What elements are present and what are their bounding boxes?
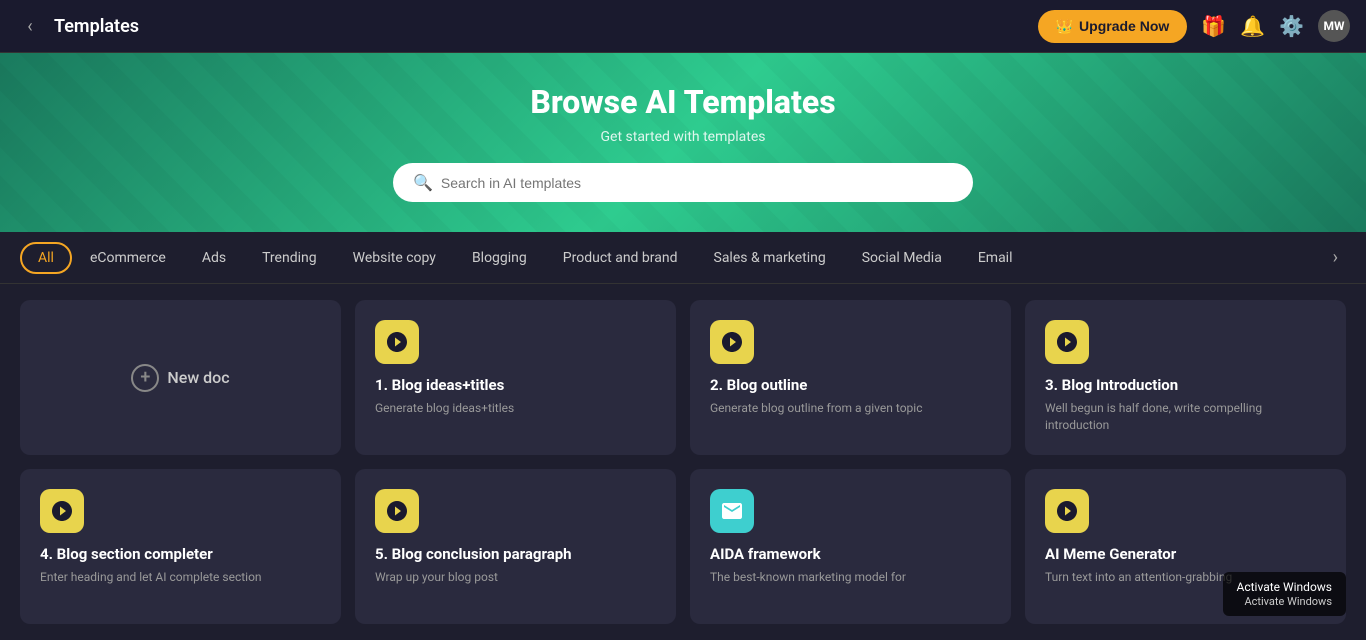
search-input[interactable] <box>441 175 953 191</box>
template-title: 1. Blog ideas+titles <box>375 376 656 394</box>
header: ‹ Templates 👑 Upgrade Now 🎁 🔔 ⚙️ MW <box>0 0 1366 53</box>
template-description: Well begun is half done, write compellin… <box>1045 400 1326 434</box>
template-title: 5. Blog conclusion paragraph <box>375 545 656 563</box>
settings-icon[interactable]: ⚙️ <box>1279 14 1304 38</box>
template-card[interactable]: 5. Blog conclusion paragraph Wrap up you… <box>355 469 676 624</box>
tab-trending[interactable]: Trending <box>244 236 335 280</box>
template-description: Enter heading and let AI complete sectio… <box>40 569 321 586</box>
template-icon <box>710 320 754 364</box>
page-title: Templates <box>54 16 139 37</box>
tab-all[interactable]: All <box>20 242 72 274</box>
template-title: 3. Blog Introduction <box>1045 376 1326 394</box>
template-icon <box>40 489 84 533</box>
tab-product-brand[interactable]: Product and brand <box>545 236 696 280</box>
new-doc-card[interactable]: + New doc <box>20 300 341 455</box>
template-icon <box>375 489 419 533</box>
upgrade-button[interactable]: 👑 Upgrade Now <box>1038 10 1188 43</box>
tab-email[interactable]: Email <box>960 236 1031 280</box>
template-card[interactable]: 3. Blog Introduction Well begun is half … <box>1025 300 1346 455</box>
search-bar: 🔍 <box>393 163 973 202</box>
category-tabs: All eCommerce Ads Trending Website copy … <box>0 232 1366 284</box>
tab-blogging[interactable]: Blogging <box>454 236 545 280</box>
template-description: The best-known marketing model for <box>710 569 991 586</box>
template-title: 4. Blog section completer <box>40 545 321 563</box>
template-icon <box>375 320 419 364</box>
template-title: AIDA framework <box>710 545 991 563</box>
crown-icon: 👑 <box>1056 18 1073 35</box>
template-card[interactable]: AIDA framework The best-known marketing … <box>690 469 1011 624</box>
hero-banner: Browse AI Templates Get started with tem… <box>0 53 1366 232</box>
templates-grid: + New doc 1. Blog ideas+titles Generate … <box>0 284 1366 640</box>
bell-icon[interactable]: 🔔 <box>1240 14 1265 38</box>
template-card[interactable]: 1. Blog ideas+titles Generate blog ideas… <box>355 300 676 455</box>
template-title: 2. Blog outline <box>710 376 991 394</box>
template-icon <box>1045 489 1089 533</box>
template-description: Generate blog outline from a given topic <box>710 400 991 417</box>
template-description: Wrap up your blog post <box>375 569 656 586</box>
template-description: Generate blog ideas+titles <box>375 400 656 417</box>
tab-ecommerce[interactable]: eCommerce <box>72 236 184 280</box>
search-icon: 🔍 <box>413 173 433 192</box>
new-doc-label: New doc <box>167 368 229 387</box>
avatar[interactable]: MW <box>1318 10 1350 42</box>
tabs-scroll-right[interactable]: › <box>1325 247 1346 268</box>
tab-social-media[interactable]: Social Media <box>844 236 960 280</box>
back-button[interactable]: ‹ <box>16 12 44 40</box>
gift-icon[interactable]: 🎁 <box>1201 14 1226 38</box>
template-icon <box>1045 320 1089 364</box>
hero-subtitle: Get started with templates <box>20 129 1346 145</box>
template-card[interactable]: 2. Blog outline Generate blog outline fr… <box>690 300 1011 455</box>
windows-watermark: Activate Windows Activate Windows <box>1223 572 1346 616</box>
hero-title: Browse AI Templates <box>20 83 1346 121</box>
header-actions: 👑 Upgrade Now 🎁 🔔 ⚙️ MW <box>1038 10 1350 43</box>
template-card[interactable]: 4. Blog section completer Enter heading … <box>20 469 341 624</box>
plus-icon: + <box>131 364 159 392</box>
template-title: AI Meme Generator <box>1045 545 1326 563</box>
tab-sales-marketing[interactable]: Sales & marketing <box>696 236 844 280</box>
tab-ads[interactable]: Ads <box>184 236 244 280</box>
tab-website-copy[interactable]: Website copy <box>335 236 454 280</box>
template-icon <box>710 489 754 533</box>
